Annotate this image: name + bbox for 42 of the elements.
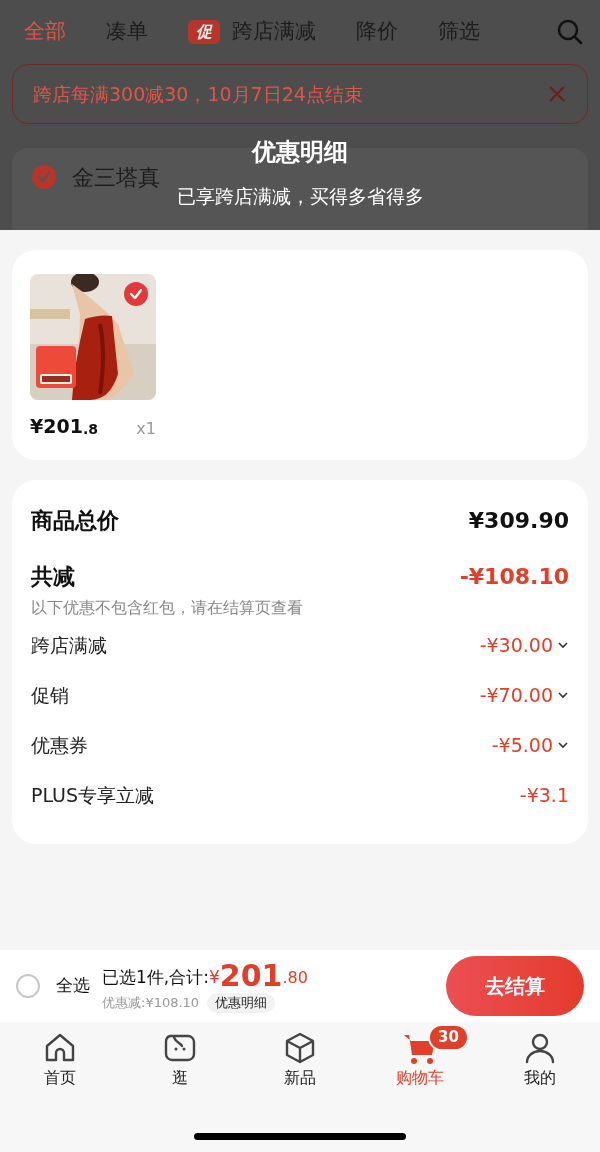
- discount-item-value: -¥30.00: [479, 632, 553, 658]
- total-amount: 201: [219, 959, 283, 994]
- select-all-label[interactable]: 全选: [56, 973, 90, 999]
- discount-label: 共减: [31, 562, 75, 591]
- saved-amount: 优惠减:¥108.10: [102, 994, 200, 1013]
- product-price: ¥201: [30, 414, 83, 439]
- discount-item-label: 跨店满减: [31, 632, 107, 658]
- promo-badge: 促: [188, 20, 220, 44]
- check-icon: [129, 287, 143, 301]
- amount-decimal: .80: [282, 967, 308, 990]
- nav-tab[interactable]: 新品: [240, 1030, 360, 1090]
- sheet-title: 优惠明细: [252, 137, 348, 168]
- check-icon: [37, 170, 51, 184]
- checkout-button[interactable]: 去结算: [446, 956, 584, 1016]
- discount-item-value: -¥3.1: [519, 782, 569, 808]
- chevron-down-icon[interactable]: [557, 641, 569, 649]
- discount-item-value: -¥5.00: [491, 732, 553, 758]
- nav-tab[interactable]: 首页: [0, 1030, 120, 1090]
- discount-note: 以下优惠不包含红包，请在结算页查看: [31, 597, 304, 619]
- store-checkbox[interactable]: [32, 165, 56, 189]
- select-all-checkbox[interactable]: [16, 974, 40, 998]
- total-label: 商品总价: [31, 506, 119, 535]
- nav-tab[interactable]: 我的: [480, 1030, 600, 1090]
- discount-item-label: 优惠券: [31, 732, 88, 758]
- selected-summary: 已选1件,合计:: [102, 965, 209, 989]
- currency: ¥: [208, 965, 220, 989]
- filter-tab[interactable]: 全部: [24, 16, 66, 48]
- discount-detail-link[interactable]: 优惠明细: [207, 993, 276, 1013]
- nav-tab[interactable]: 逛: [120, 1030, 240, 1090]
- chevron-down-icon[interactable]: [557, 741, 569, 749]
- cart-count-badge: 30: [428, 1024, 469, 1051]
- price-decimal: .8: [82, 419, 98, 439]
- total-value: ¥309.90: [468, 506, 569, 535]
- discount-value: -¥108.10: [459, 562, 569, 591]
- discount-item-label: PLUS专享立减: [31, 782, 155, 808]
- quantity: x1: [136, 417, 156, 440]
- store-name: 金三塔真: [72, 163, 160, 192]
- search-icon[interactable]: [556, 18, 584, 46]
- promo-text: 跨店每满300减30，10月7日24点结束: [33, 81, 363, 107]
- discount-item-value: -¥70.00: [479, 682, 553, 708]
- discount-item-label: 促销: [31, 682, 69, 708]
- chevron-down-icon[interactable]: [557, 691, 569, 699]
